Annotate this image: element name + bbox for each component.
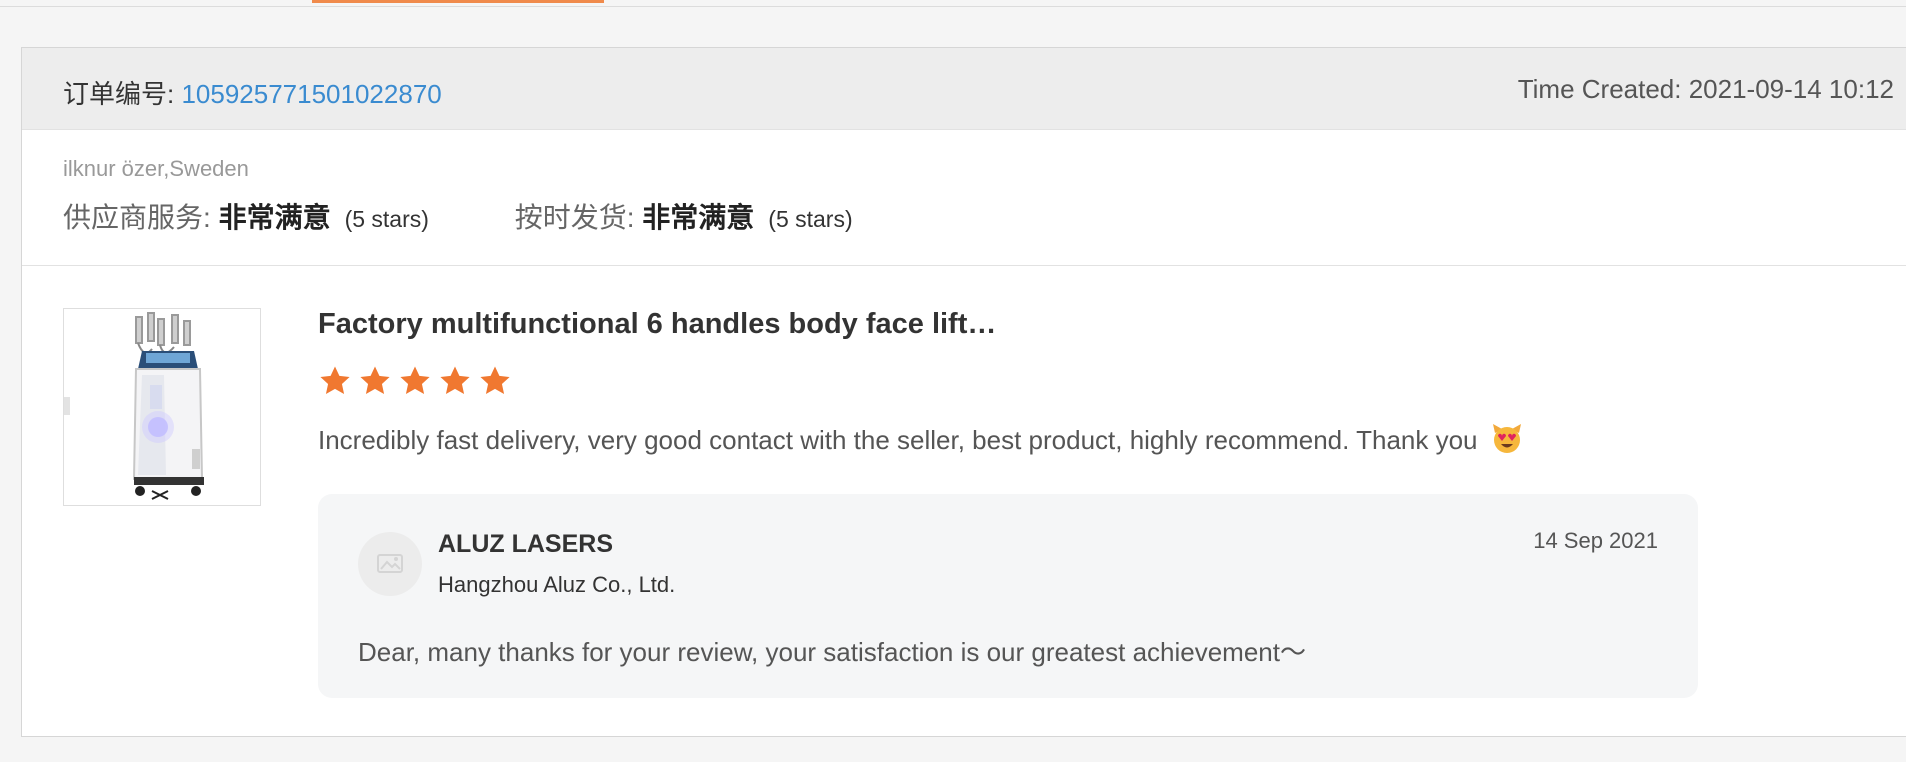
product-title[interactable]: Factory multifunctional 6 handles body f… [318, 308, 996, 341]
product-image[interactable] [63, 308, 261, 506]
reply-date: 14 Sep 2021 [1533, 528, 1658, 553]
rating-stars-text: (5 stars) [344, 206, 429, 232]
time-created: Time Created: 2021-09-14 10:12 [1517, 74, 1894, 104]
beauty-machine-image [64, 312, 204, 500]
seller-company: Hangzhou Aluz Co., Ltd. [438, 572, 676, 597]
order-header: 订单编号: 105925771501022870 Time Created: 2… [22, 48, 1906, 130]
rating-label: 按时发货: [514, 202, 643, 233]
top-tab-bar [0, 0, 1906, 7]
buyer-section: ilknur özer,Sweden 供应商服务: 非常满意 (5 stars) … [22, 130, 1906, 266]
order-number-link[interactable]: 105925771501022870 [181, 79, 441, 109]
star-icon [478, 364, 512, 398]
review-card: 订单编号: 105925771501022870 Time Created: 2… [21, 47, 1906, 737]
star-rating [318, 364, 518, 404]
reply-text: Dear, many thanks for your review, your … [358, 637, 1306, 667]
buyer-name-location: ilknur özer,Sweden [63, 156, 249, 181]
seller-avatar [358, 532, 422, 596]
seller-name: ALUZ LASERS [438, 530, 613, 558]
star-icon [438, 364, 472, 398]
no-photo-icon [377, 554, 403, 573]
review-body: Incredibly fast delivery, very good cont… [318, 425, 1478, 455]
seller-reply: ALUZ LASERS Hangzhou Aluz Co., Ltd. 14 S… [318, 494, 1698, 698]
rating-value: 非常满意 [642, 202, 755, 233]
product-review: Factory multifunctional 6 handles body f… [22, 266, 1906, 736]
rating-supplier-service: 供应商服务: 非常满意 (5 stars) [63, 196, 429, 236]
rating-label: 供应商服务: [63, 202, 219, 233]
smiling-cat-heart-eyes-icon [1491, 423, 1523, 455]
rating-value: 非常满意 [218, 202, 331, 233]
star-icon [318, 364, 352, 398]
rating-stars-text: (5 stars) [768, 206, 853, 232]
star-icon [358, 364, 392, 398]
review-text: Incredibly fast delivery, very good cont… [318, 423, 1523, 456]
order-number-prefix: 订单编号: [63, 79, 182, 109]
supplier-ratings: 供应商服务: 非常满意 (5 stars) 按时发货: 非常满意 (5 stars) [63, 196, 931, 236]
active-tab-indicator [312, 0, 604, 3]
order-number-label: 订单编号: 105925771501022870 [63, 74, 442, 111]
rating-on-time-delivery: 按时发货: 非常满意 (5 stars) [515, 196, 853, 236]
star-icon [398, 364, 432, 398]
